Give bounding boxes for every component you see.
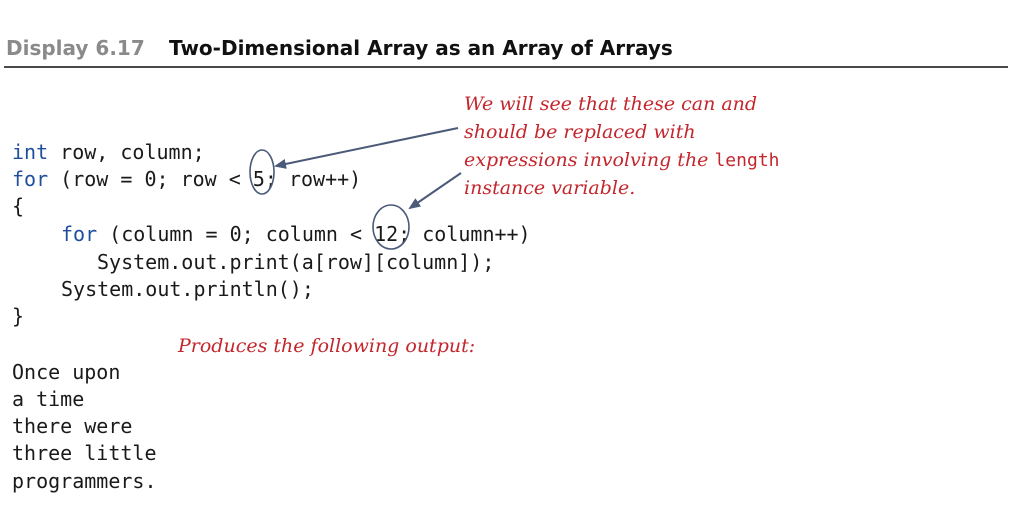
- code-line-1: int row, column;: [12, 140, 205, 164]
- code-line-5: System.out.print(a[row][column]);: [97, 250, 495, 274]
- code-text: row, column;: [48, 140, 205, 164]
- output-line-3: there were: [12, 414, 133, 438]
- code-line-7: }: [12, 304, 25, 328]
- annotation-text: expressions involving the: [464, 149, 715, 171]
- keyword-for: for: [61, 222, 98, 246]
- code-line-4: for (column = 0; column < 12; column++): [61, 222, 531, 246]
- display-title: Two-Dimensional Array as an Array of Arr…: [169, 36, 673, 60]
- keyword-for: for: [12, 167, 49, 191]
- annotation-line-3: expressions involving the length: [464, 146, 780, 175]
- arrow-to-5: [274, 127, 459, 169]
- code-line-6: System.out.println();: [61, 277, 314, 301]
- code-text: (column = 0; column < 12; column++): [97, 222, 531, 246]
- output-line-4: three little: [12, 441, 157, 465]
- arrow-to-12: [408, 172, 462, 210]
- annotation-line-2: should be replaced with: [464, 121, 696, 143]
- display-number: Display 6.17: [6, 36, 145, 60]
- output-line-5: programmers.: [12, 469, 157, 493]
- display-header: Display 6.17 Two-Dimensional Array as an…: [4, 36, 1008, 68]
- output-line-1: Once upon: [12, 360, 121, 384]
- output-caption: Produces the following output:: [178, 335, 476, 357]
- output-line-2: a time: [12, 387, 85, 411]
- annotation-line-4: instance variable.: [464, 177, 636, 199]
- annotation-line-1: We will see that these can and: [464, 93, 758, 115]
- code-line-2: for (row = 0; row < 5; row++): [12, 167, 361, 191]
- annotation-code-length: length: [714, 150, 780, 171]
- keyword-int: int: [12, 140, 49, 164]
- code-text: (row = 0; row < 5; row++): [48, 167, 362, 191]
- code-line-3: {: [12, 194, 25, 218]
